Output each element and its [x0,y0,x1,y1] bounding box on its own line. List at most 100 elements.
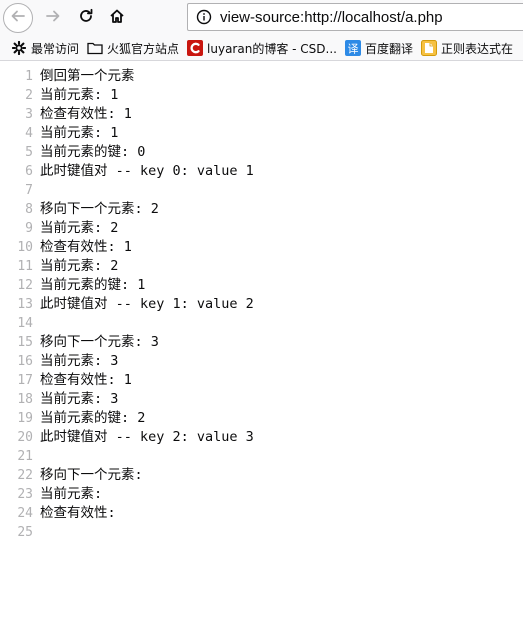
source-line: 18 当前元素: 3 [0,390,523,409]
line-content: 检查有效性: 1 [40,372,132,388]
source-line: 6 此时键值对 -- key 0: value 1 [0,162,523,181]
line-content: 当前元素: 1 [40,125,119,141]
line-number: 3 [25,107,33,122]
source-line: 8 移向下一个元素: 2 [0,200,523,219]
bookmark-icon [420,40,437,56]
arrow-right-icon [45,8,61,28]
bookmark-regex[interactable]: 正则表达式在 [420,40,513,57]
bookmark-csdn-blog[interactable]: luyaran的博客 - CSD... [187,40,337,57]
source-line: 10 检查有效性: 1 [0,238,523,257]
url-bar[interactable]: view-source:http://localhost/a.php [187,3,523,31]
line-number: 19 [17,411,33,426]
line-number: 14 [17,316,33,331]
line-number: 4 [25,126,33,141]
line-number: 15 [17,335,33,350]
line-content: 移向下一个元素: 2 [40,201,159,217]
line-content: 此时键值对 -- key 0: value 1 [40,163,254,179]
info-icon[interactable] [190,3,218,31]
line-content: 当前元素: 3 [40,353,119,369]
gear-icon [11,40,27,56]
line-number: 7 [25,183,33,198]
line-content: 此时键值对 -- key 2: value 3 [40,429,254,445]
line-content: 当前元素: 1 [40,87,119,103]
source-line: 13 此时键值对 -- key 1: value 2 [0,295,523,314]
source-line: 1 倒回第一个元素 [0,67,523,86]
bookmark-label: 正则表达式在 [440,41,513,56]
translate-icon: 译 [344,40,361,56]
line-number: 16 [17,354,33,369]
svg-text:译: 译 [347,43,358,56]
line-number: 9 [25,221,33,236]
arrow-left-icon [10,8,26,28]
source-line: 11 当前元素: 2 [0,257,523,276]
line-number: 5 [25,145,33,160]
bookmark-label: 最常访问 [31,41,80,56]
bookmark-label: 火狐官方站点 [107,41,180,56]
source-line: 20 此时键值对 -- key 2: value 3 [0,428,523,447]
url-text[interactable]: view-source:http://localhost/a.php [220,9,443,26]
line-number: 21 [17,449,33,464]
source-line: 24 检查有效性: [0,504,523,523]
line-number: 1 [25,69,33,84]
source-line: 17 检查有效性: 1 [0,371,523,390]
source-view: 1 倒回第一个元素 2 当前元素: 1 3 检查有效性: 1 4 当前元素: 1 5 当前元素的键… [0,67,523,542]
line-number: 17 [17,373,33,388]
line-number: 2 [25,88,33,103]
reload-icon [78,8,94,28]
source-line: 23 当前元素: [0,485,523,504]
line-content: 当前元素: 3 [40,391,119,407]
source-line: 15 移向下一个元素: 3 [0,333,523,352]
line-content: 移向下一个元素: 3 [40,334,159,350]
home-icon [109,8,125,28]
source-line: 9 当前元素: 2 [0,219,523,238]
bookmark-firefox-site[interactable]: 火狐官方站点 [87,40,179,57]
line-number: 24 [17,506,33,521]
line-number: 11 [17,259,33,274]
line-number: 12 [17,278,33,293]
source-line: 5 当前元素的键: 0 [0,143,523,162]
source-line: 25 [0,523,523,542]
source-line: 12 当前元素的键: 1 [0,276,523,295]
line-number: 18 [17,392,33,407]
line-content: 移向下一个元素: [40,467,143,483]
source-line: 7 [0,181,523,200]
home-button[interactable] [102,3,132,33]
line-number: 22 [17,468,33,483]
line-content: 检查有效性: 1 [40,106,132,122]
bookmark-most-visited[interactable]: 最常访问 [11,40,79,57]
forward-button[interactable] [38,3,68,33]
bookmark-label: luyaran的博客 - CSD... [207,41,337,56]
source-line: 3 检查有效性: 1 [0,105,523,124]
line-content: 当前元素的键: 1 [40,277,146,293]
csdn-icon [187,40,204,56]
line-number: 25 [17,525,33,540]
source-line: 22 移向下一个元素: [0,466,523,485]
line-content: 此时键值对 -- key 1: value 2 [40,296,254,312]
line-number: 8 [25,202,33,217]
bookmarks-toolbar: 最常访问 火狐官方站点 luyaran的博客 - CSD... 译 百度翻译 正… [0,36,523,61]
source-line: 2 当前元素: 1 [0,86,523,105]
line-content: 当前元素: 2 [40,258,119,274]
line-content: 当前元素: 2 [40,220,119,236]
back-button[interactable] [3,3,33,33]
line-content: 当前元素的键: 2 [40,410,146,426]
source-line: 4 当前元素: 1 [0,124,523,143]
line-number: 13 [17,297,33,312]
reload-button[interactable] [71,3,101,33]
navigation-toolbar: view-source:http://localhost/a.php [0,0,523,36]
line-content: 检查有效性: 1 [40,239,132,255]
line-number: 20 [17,430,33,445]
source-line: 19 当前元素的键: 2 [0,409,523,428]
folder-icon [87,40,103,56]
bookmark-baidu-translate[interactable]: 译 百度翻译 [344,40,413,57]
source-line: 14 [0,314,523,333]
line-content: 检查有效性: [40,505,116,521]
source-line: 21 [0,447,523,466]
line-number: 6 [25,164,33,179]
line-number: 23 [17,487,33,502]
line-content: 当前元素的键: 0 [40,144,146,160]
line-content: 倒回第一个元素 [40,68,135,84]
source-line: 16 当前元素: 3 [0,352,523,371]
line-content: 当前元素: [40,486,103,502]
bookmark-label: 百度翻译 [364,41,413,56]
